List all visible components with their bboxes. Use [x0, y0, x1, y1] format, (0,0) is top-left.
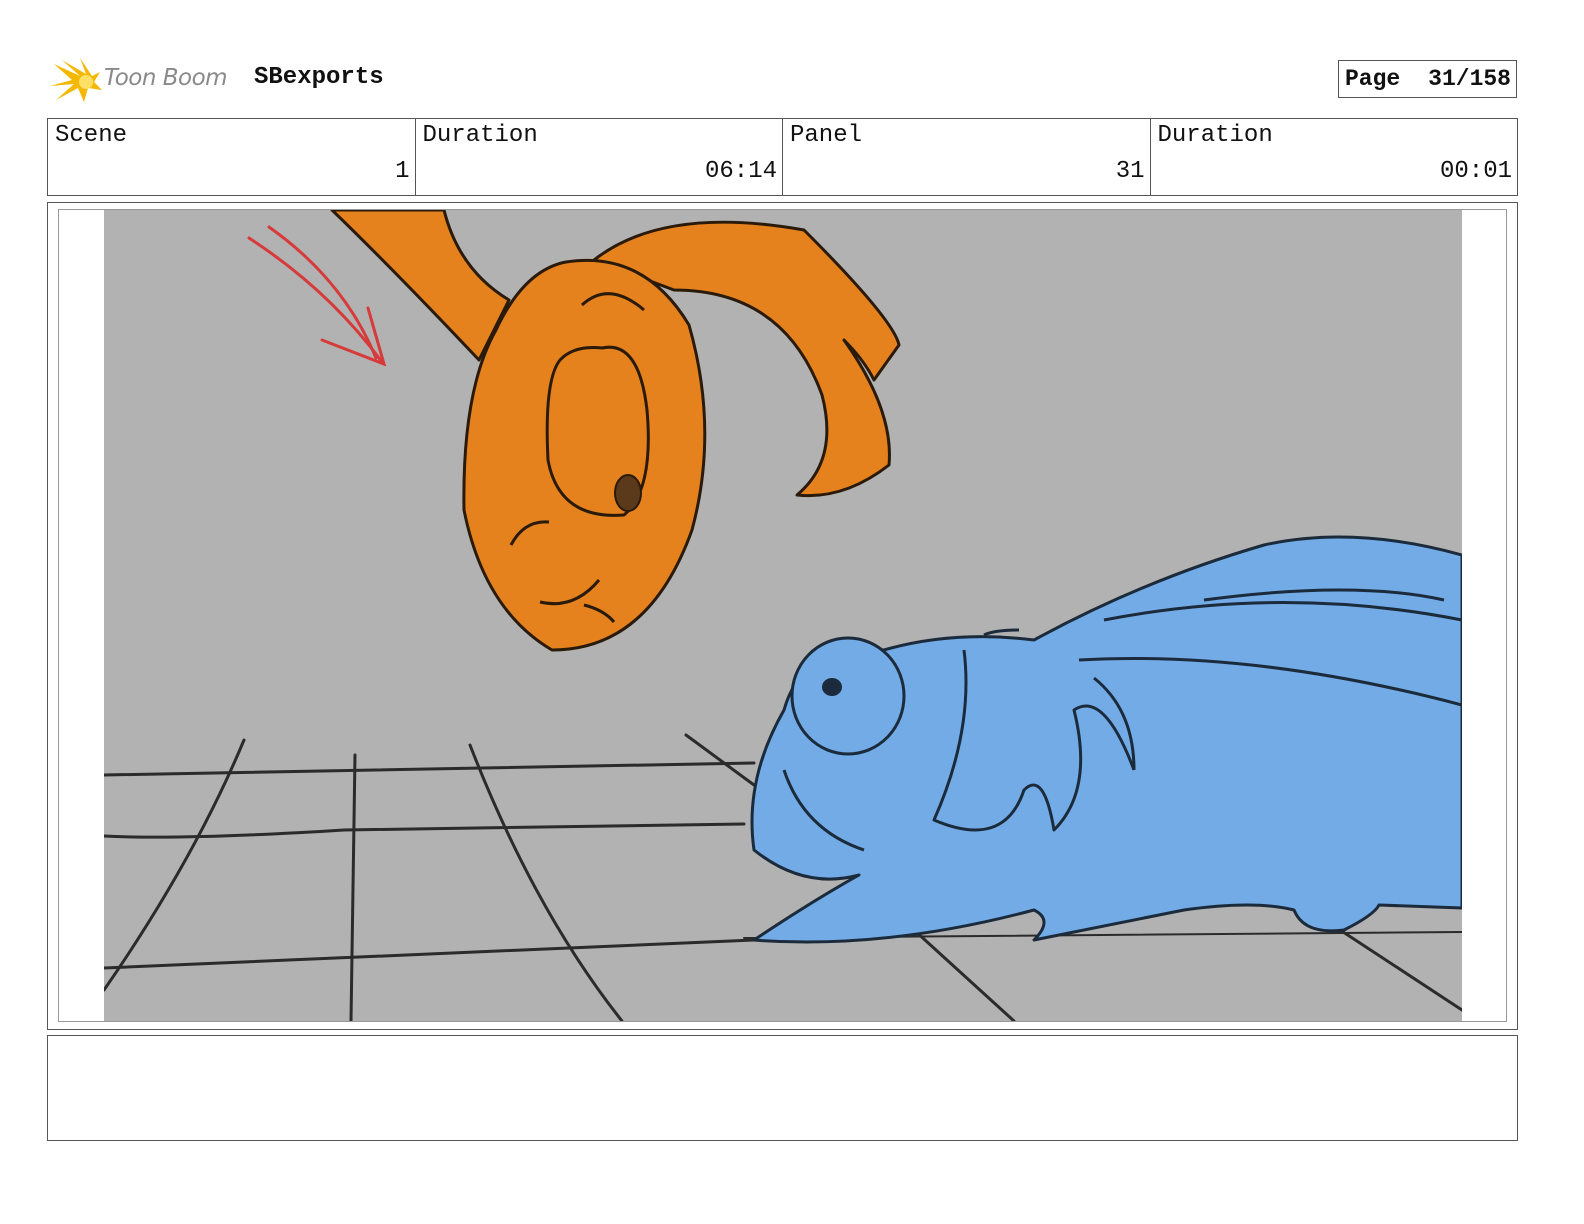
panel-duration-value: 00:01 [1439, 158, 1512, 185]
scene-cell: Scene 1 [48, 119, 416, 195]
page-number: 31/158 [1428, 66, 1511, 92]
scene-value: 1 [395, 158, 410, 185]
panel-label: Panel [790, 122, 863, 149]
panel-duration-cell: Duration 00:01 [1151, 119, 1518, 195]
toon-boom-logo: Toon Boom [50, 54, 240, 108]
panel-cell: Panel 31 [783, 119, 1151, 195]
starburst-icon [50, 58, 102, 102]
page-label: Page [1345, 66, 1401, 92]
panel-duration-label: Duration [1157, 122, 1273, 149]
scene-label: Scene [55, 122, 128, 149]
project-name: SBexports [254, 64, 384, 91]
page-indicator: Page 31/158 [1338, 60, 1517, 98]
scene-duration-label: Duration [422, 122, 538, 149]
scene-duration-value: 06:14 [704, 158, 777, 185]
scene-duration-cell: Duration 06:14 [416, 119, 783, 195]
storyboard-panel-image [104, 210, 1462, 1021]
panel-value: 31 [1115, 158, 1145, 185]
panel-info-table: Scene 1 Duration 06:14 Panel 31 Duration… [47, 118, 1518, 196]
panel-notes-box [47, 1035, 1518, 1141]
logo-text: Toon Boom [104, 65, 228, 91]
